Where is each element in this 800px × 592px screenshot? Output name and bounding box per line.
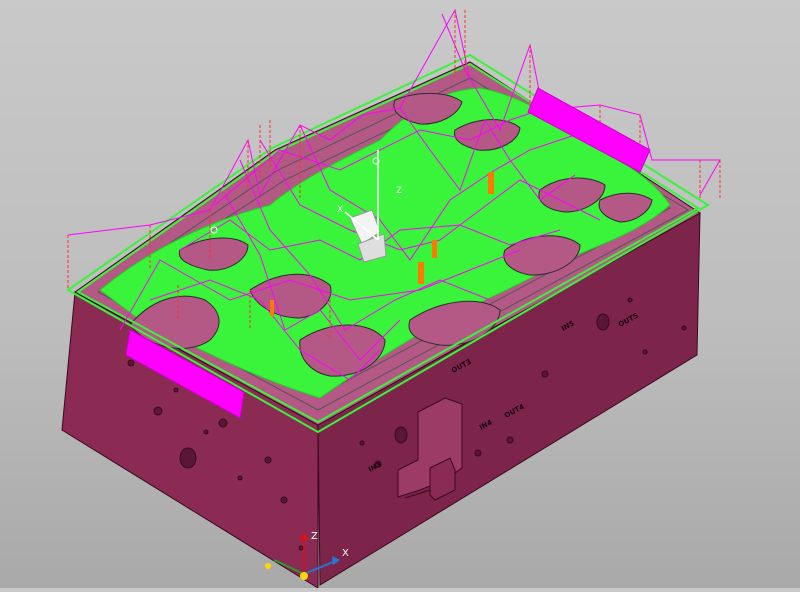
world-axis-z: Z bbox=[311, 531, 318, 542]
local-axis-z: Z bbox=[396, 186, 402, 196]
local-axis-x: X bbox=[337, 205, 343, 215]
world-axis-x: X bbox=[342, 548, 349, 559]
cad-3d-viewport[interactable]: IN3 IN4 OUT4 OUT3 IN5 OUT5 Z X Z X bbox=[0, 0, 800, 589]
toolpath-scene: IN3 IN4 OUT4 OUT3 IN5 OUT5 Z X Z X bbox=[61, 8, 721, 589]
